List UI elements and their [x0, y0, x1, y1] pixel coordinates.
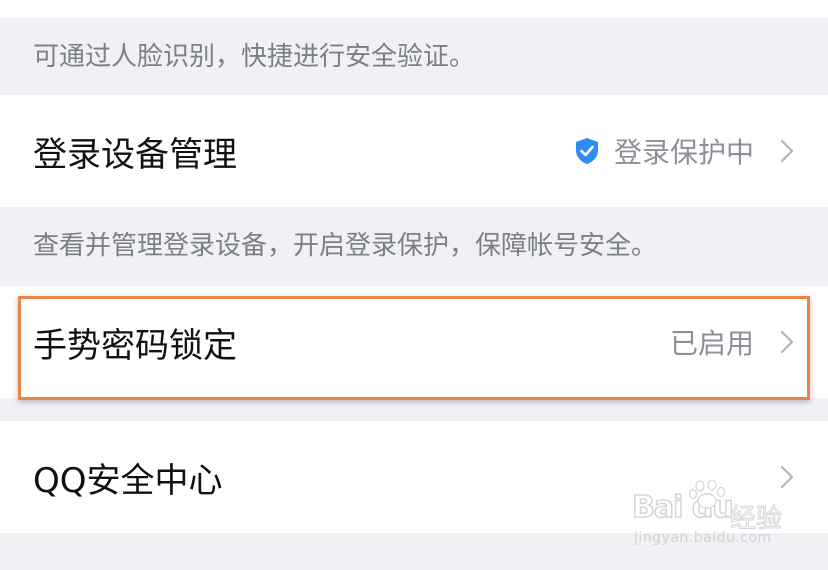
qq-security-chevron-group: [780, 465, 794, 489]
qq-security-center-row[interactable]: QQ安全中心: [0, 421, 828, 533]
chevron-right-icon: [780, 465, 794, 489]
gesture-lock-status-group: 已启用: [670, 322, 794, 362]
gesture-password-lock-title: 手势密码锁定: [33, 325, 237, 366]
login-device-description: 查看并管理登录设备，开启登录保护，保障帐号安全。: [0, 207, 828, 284]
shield-check-icon: [575, 138, 598, 164]
chevron-right-icon: [780, 330, 794, 354]
login-device-status-group: 登录保护中: [574, 131, 794, 171]
top-item-edge: [0, 0, 828, 18]
face-verification-description: 可通过人脸识别，快捷进行安全验证。: [0, 18, 828, 95]
login-device-management-title: 登录设备管理: [33, 134, 237, 175]
face-verification-description-text: 可通过人脸识别，快捷进行安全验证。: [33, 41, 476, 72]
login-device-description-text: 查看并管理登录设备，开启登录保护，保障帐号安全。: [33, 230, 658, 261]
gesture-lock-status: 已启用: [669, 327, 754, 360]
qq-security-center-title: QQ安全中心: [33, 460, 223, 501]
login-device-management-row[interactable]: 登录设备管理 登录保护中: [0, 95, 828, 207]
chevron-right-icon: [780, 139, 794, 163]
gesture-password-lock-row[interactable]: 手势密码锁定 已启用: [0, 286, 828, 398]
login-protection-status: 登录保护中: [613, 136, 754, 169]
